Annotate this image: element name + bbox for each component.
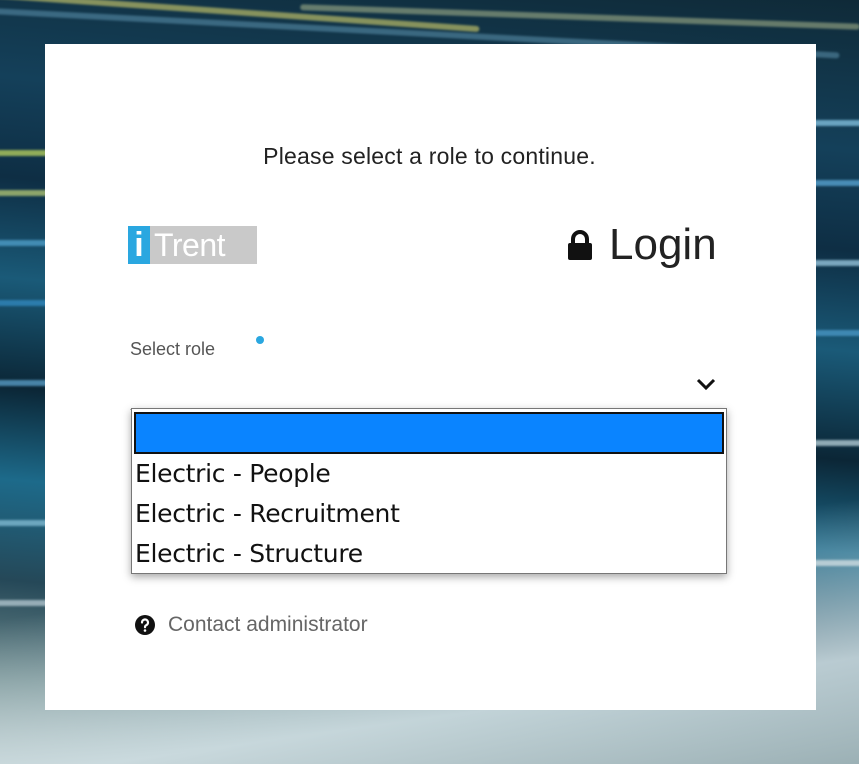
role-prompt: Please select a role to continue. xyxy=(263,143,596,169)
role-option-blank[interactable] xyxy=(134,412,724,454)
chevron-down-icon[interactable] xyxy=(695,376,717,392)
login-title: Login xyxy=(609,220,717,269)
login-heading: Login xyxy=(567,220,717,270)
role-option-structure[interactable]: Electric - Structure xyxy=(132,534,726,574)
contact-administrator-link[interactable]: Contact administrator xyxy=(134,613,368,637)
itrent-logo: i Trent xyxy=(128,226,257,264)
contact-administrator-text[interactable]: Contact administrator xyxy=(168,613,368,637)
required-indicator xyxy=(256,336,264,344)
role-options-list[interactable]: Electric - People Electric - Recruitment… xyxy=(131,408,727,574)
select-role-label: Select role xyxy=(130,339,216,359)
question-circle-icon xyxy=(135,615,155,635)
role-option-people[interactable]: Electric - People xyxy=(132,454,726,494)
lock-icon xyxy=(568,230,592,260)
logo-i-mark: i xyxy=(128,226,150,264)
role-option-recruitment[interactable]: Electric - Recruitment xyxy=(132,494,726,534)
logo-trent-text: Trent xyxy=(150,226,257,264)
